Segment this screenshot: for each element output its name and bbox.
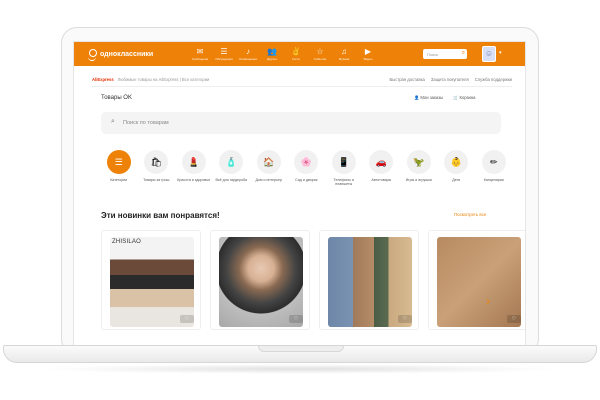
user-avatar[interactable]: ☺ <box>482 46 496 62</box>
car-icon: 🚗 <box>369 150 394 174</box>
laptop-shadow <box>40 364 560 374</box>
product-image-pleated-skirts <box>328 237 412 327</box>
pencil-icon: ✏ <box>481 150 506 174</box>
friends-icon: 👥 <box>267 47 277 56</box>
flower-icon: 🌸 <box>294 150 319 174</box>
nav-guests[interactable]: ✌ Гости <box>284 47 308 61</box>
category-stationery[interactable]: ✏ Канцелярия <box>475 150 513 187</box>
nav-discussions[interactable]: ☰ Обсуждения <box>212 47 236 61</box>
logo-text: одноклассники <box>100 50 154 58</box>
shopping-bag-icon: 🛍 <box>144 150 169 174</box>
category-all[interactable]: ☰ Категории <box>100 150 138 187</box>
search-icon[interactable]: ⌕ <box>462 50 465 57</box>
my-orders-link[interactable]: 👤 Мои заказы <box>414 95 443 101</box>
support-link[interactable]: Служба поддержки <box>475 77 512 82</box>
phone-icon: 📱 <box>331 150 356 174</box>
dinosaur-icon: 🦖 <box>406 150 431 174</box>
music-icon: ♫ <box>341 47 347 56</box>
fast-delivery-link[interactable]: Быстрая доставка <box>389 77 424 82</box>
nav-messages[interactable]: ✉ Сообщения <box>188 47 212 61</box>
category-garden[interactable]: 🌸 Сад и дворик <box>288 150 326 187</box>
bottle-icon: 🧴 <box>219 150 244 174</box>
search-icon: ⌕ <box>111 118 115 125</box>
buyer-protection-link[interactable]: Защита покупателя <box>431 77 469 82</box>
product-card[interactable]: ♡ <box>428 230 525 330</box>
nav-friends[interactable]: 👥 Друзья <box>260 47 284 61</box>
product-card[interactable]: ♡ <box>319 230 419 330</box>
events-icon: ☆ <box>316 47 324 56</box>
product-card[interactable]: ♡ <box>210 230 310 330</box>
footprints-icon: ✌ <box>291 47 301 56</box>
product-search-input[interactable]: ⌕ Поиск по товарам <box>101 112 501 134</box>
category-home[interactable]: 🏠 Дом и интерьер <box>250 150 288 187</box>
product-brand: ZHISILAO <box>112 239 141 245</box>
envelope-icon: ✉ <box>196 47 204 56</box>
baby-icon: 👶 <box>444 150 469 174</box>
category-list: ☰ Категории 🛍 Товары за грош 💄 Красота и зд… <box>100 150 513 187</box>
heart-icon[interactable]: ♡ <box>507 315 521 323</box>
aliexpress-subbar: AliExpress Любимые товары на AliExpress … <box>92 74 512 84</box>
bell-icon: ♪ <box>246 47 250 56</box>
product-image-skirts <box>110 237 194 327</box>
page-title: Товары OK <box>101 95 132 101</box>
laptop-base <box>3 345 597 363</box>
discussions-icon: ☰ <box>220 47 228 56</box>
house-icon: 🏠 <box>256 150 281 174</box>
main-nav: ✉ Сообщения ☰ Обсуждения ♪ Оповещения 👥 Друз… <box>188 47 380 61</box>
category-phones[interactable]: 📱 Телефоны и планшеты <box>325 150 363 187</box>
product-image-lock <box>437 237 521 327</box>
breadcrumb[interactable]: Любимые товары на AliExpress | Все катег… <box>118 77 210 82</box>
category-beauty[interactable]: 💄 Красота и здоровье <box>175 150 213 187</box>
shop-links: 👤 Мои заказы 🛒 Корзина <box>414 95 476 101</box>
section-title: Эти новинки вам понравятся! <box>101 211 220 220</box>
top-search-input[interactable]: Поиск ⌕ <box>423 49 467 59</box>
menu-icon: ☰ <box>106 150 131 174</box>
divider <box>92 86 512 87</box>
category-cheap[interactable]: 🛍 Товары за грош <box>138 150 176 187</box>
chevron-right-icon[interactable]: › <box>486 294 490 308</box>
top-navigation-bar: одноклассники ✉ Сообщения ☰ Обсуждения ♪ Оп… <box>74 42 525 66</box>
ok-logo[interactable]: одноклассники <box>88 48 188 61</box>
nav-music[interactable]: ♫ Музыка <box>332 47 356 61</box>
product-carousel: ZHISILAO ♡ ♡ ♡ ♡ <box>101 230 525 330</box>
category-toys[interactable]: 🦖 Игры и игрушки <box>400 150 438 187</box>
category-kids[interactable]: 👶 Дети <box>438 150 476 187</box>
browser-screen: одноклассники ✉ Сообщения ☰ Обсуждения ♪ Оп… <box>73 41 526 346</box>
chevron-down-icon[interactable]: ▾ <box>499 50 502 56</box>
product-card[interactable]: ZHISILAO ♡ <box>101 230 201 330</box>
nav-notifications[interactable]: ♪ Оповещения <box>236 47 260 61</box>
nav-events[interactable]: ☆ События <box>308 47 332 61</box>
ok-logo-icon <box>88 48 97 61</box>
nav-video[interactable]: ▶ Видео <box>356 47 380 61</box>
heart-icon[interactable]: ♡ <box>398 315 412 323</box>
cart-link[interactable]: 🛒 Корзина <box>453 95 475 101</box>
category-wardrobe[interactable]: 🧴 Всё для гардероба <box>213 150 251 187</box>
category-auto[interactable]: 🚗 Автотовары <box>363 150 401 187</box>
aliexpress-link[interactable]: AliExpress <box>92 77 114 82</box>
see-all-link[interactable]: Посмотреть все <box>454 212 486 217</box>
heart-icon[interactable]: ♡ <box>289 315 303 323</box>
video-icon: ▶ <box>364 47 372 56</box>
lipstick-icon: 💄 <box>181 150 206 174</box>
heart-icon[interactable]: ♡ <box>180 315 194 323</box>
laptop-notch <box>258 346 344 352</box>
product-image-sunglasses <box>219 237 303 327</box>
